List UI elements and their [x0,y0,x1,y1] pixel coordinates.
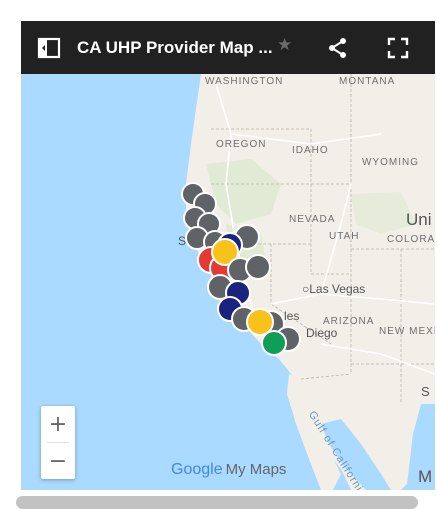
label-colorado: COLORAD [387,234,435,245]
label-wyoming: WYOMING [362,157,419,168]
map-canvas[interactable]: WASHINGTON MONTANA OREGON IDAHO WYOMING … [21,74,435,490]
provider-marker[interactable] [245,254,271,280]
sidebar-toggle-icon [37,37,61,58]
zoom-out-button[interactable]: − [41,443,75,479]
fullscreen-icon[interactable] [385,35,411,61]
label-s: S [421,384,430,399]
star-icon[interactable]: ★ [277,35,292,55]
label-utah: UTAH [329,231,360,242]
label-nevada: NEVADA [289,214,336,225]
map-title: CA UHP Provider Map ... [77,37,273,57]
label-new-mexico: NEW MEXIC [379,326,435,337]
my-maps-text: My Maps [225,461,287,478]
label-washington: WASHINGTON [205,76,284,87]
google-my-maps-logo: Google My Maps [171,461,286,479]
share-icon[interactable] [325,35,351,61]
provider-marker-green[interactable] [261,330,287,356]
label-oregon: OREGON [216,139,267,150]
label-san-diego: Diego [306,326,338,340]
sidebar-toggle-button[interactable] [21,21,77,74]
label-idaho: IDAHO [292,145,329,156]
map-header: CA UHP Provider Map ... ★ [21,21,435,74]
label-m: M [418,467,433,486]
zoom-in-button[interactable]: + [41,406,75,442]
zoom-control: + − [41,406,75,479]
label-montana: MONTANA [339,76,396,87]
label-united-states: Uni [406,210,432,229]
label-las-vegas: ○Las Vegas [302,282,366,296]
map-embed: CA UHP Provider Map ... ★ WASHINGTON MON… [21,21,435,490]
google-logo-text: Google [171,461,223,478]
label-los-angeles: les [284,309,300,323]
horizontal-scrollbar[interactable] [16,496,418,509]
